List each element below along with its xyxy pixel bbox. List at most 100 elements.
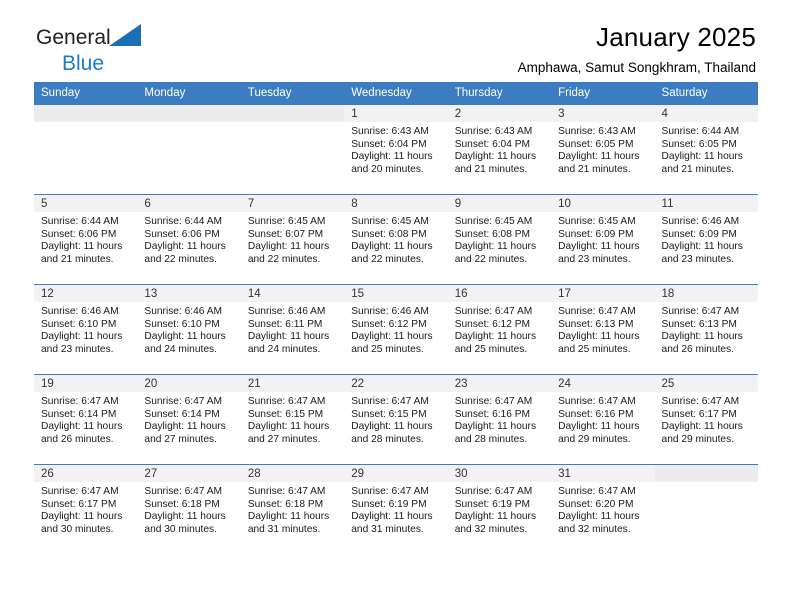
day-detail-daylight2: and 31 minutes. — [351, 523, 424, 535]
weekday-header-sunday: Sunday — [34, 82, 138, 105]
calendar-day-cell[interactable]: 31 Sunrise: 6:47 AM Sunset: 6:20 PM Dayligh… — [551, 464, 655, 555]
day-number: 25 — [654, 375, 758, 392]
day-detail-daylight1: Daylight: 11 hours — [247, 331, 330, 343]
day-detail-sunset: Sunset: 6:10 PM — [144, 318, 220, 330]
calendar-day-cell[interactable]: 21 Sunrise: 6:47 AM Sunset: 6:15 PM Dayligh… — [240, 374, 345, 465]
calendar-day-cell[interactable]: 16 Sunrise: 6:47 AM Sunset: 6:12 PM Dayligh… — [447, 284, 552, 375]
day-detail-daylight2: and 22 minutes. — [454, 253, 528, 265]
day-detail-daylight1: Daylight: 11 hours — [661, 421, 743, 433]
calendar-day-cell[interactable]: 4 Sunrise: 6:44 AM Sunset: 6:05 PM Daylight… — [654, 104, 758, 195]
calendar-day-cell[interactable]: 10 Sunrise: 6:45 AM Sunset: 6:09 PM Dayligh… — [551, 194, 655, 285]
day-details — [655, 482, 758, 492]
calendar-day-cell[interactable]: 19 Sunrise: 6:47 AM Sunset: 6:14 PM Dayligh… — [34, 374, 138, 465]
day-detail-sunrise: Sunrise: 6:47 AM — [351, 486, 429, 497]
day-details — [241, 122, 344, 132]
day-detail-sunset: Sunset: 6:13 PM — [661, 318, 737, 330]
calendar-day-cell[interactable]: 11 Sunrise: 6:46 AM Sunset: 6:09 PM Dayligh… — [654, 194, 758, 285]
calendar-day-cell[interactable]: 25 Sunrise: 6:47 AM Sunset: 6:17 PM Dayligh… — [654, 374, 758, 465]
calendar-day-cell[interactable]: 14 Sunrise: 6:46 AM Sunset: 6:11 PM Dayligh… — [240, 284, 345, 375]
calendar-day-cell[interactable]: 22 Sunrise: 6:47 AM Sunset: 6:15 PM Dayligh… — [344, 374, 448, 465]
calendar-day-cell[interactable]: 13 Sunrise: 6:46 AM Sunset: 6:10 PM Dayligh… — [137, 284, 241, 375]
day-number — [240, 105, 345, 122]
calendar-day-cell[interactable]: 18 Sunrise: 6:47 AM Sunset: 6:13 PM Dayligh… — [654, 284, 758, 375]
day-detail-sunset: Sunset: 6:14 PM — [41, 408, 117, 420]
calendar-day-cell[interactable]: 5 Sunrise: 6:44 AM Sunset: 6:06 PM Daylight… — [34, 194, 138, 285]
day-detail-sunset: Sunset: 6:05 PM — [558, 138, 634, 150]
day-details: Sunrise: 6:43 AM Sunset: 6:04 PM Daylight:… — [344, 122, 447, 176]
day-details: Sunrise: 6:46 AM Sunset: 6:11 PM Daylight:… — [241, 302, 344, 356]
calendar-day-cell[interactable]: 7 Sunrise: 6:45 AM Sunset: 6:07 PM Daylight… — [240, 194, 345, 285]
day-detail-sunrise: Sunrise: 6:46 AM — [41, 306, 119, 317]
day-details: Sunrise: 6:46 AM Sunset: 6:12 PM Daylight:… — [344, 302, 447, 356]
day-detail-sunset: Sunset: 6:17 PM — [41, 498, 117, 510]
day-number: 11 — [654, 195, 758, 212]
weekday-header-tuesday: Tuesday — [240, 82, 345, 105]
calendar-week-row: 12 Sunrise: 6:46 AM Sunset: 6:10 PM Dayligh… — [34, 284, 758, 375]
day-detail-daylight2: and 27 minutes. — [144, 433, 217, 445]
day-detail-sunrise: Sunrise: 6:43 AM — [454, 126, 533, 137]
calendar-day-cell[interactable]: 30 Sunrise: 6:47 AM Sunset: 6:19 PM Dayligh… — [447, 464, 552, 555]
calendar-day-cell[interactable]: 8 Sunrise: 6:45 AM Sunset: 6:08 PM Daylight… — [344, 194, 448, 285]
calendar-day-cell[interactable]: 6 Sunrise: 6:44 AM Sunset: 6:06 PM Daylight… — [137, 194, 241, 285]
day-detail-daylight1: Daylight: 11 hours — [351, 241, 433, 253]
day-detail-daylight1: Daylight: 11 hours — [351, 331, 433, 343]
day-details: Sunrise: 6:47 AM Sunset: 6:13 PM Daylight:… — [551, 302, 654, 356]
day-detail-sunset: Sunset: 6:15 PM — [247, 408, 324, 420]
calendar-day-cell[interactable]: 17 Sunrise: 6:47 AM Sunset: 6:13 PM Dayligh… — [551, 284, 655, 375]
calendar-day-cell[interactable]: 15 Sunrise: 6:46 AM Sunset: 6:12 PM Dayligh… — [344, 284, 448, 375]
calendar-day-cell[interactable]: 2 Sunrise: 6:43 AM Sunset: 6:04 PM Daylight… — [447, 104, 552, 195]
day-detail-daylight2: and 25 minutes. — [454, 343, 528, 355]
calendar-day-cell[interactable]: 12 Sunrise: 6:46 AM Sunset: 6:10 PM Dayligh… — [34, 284, 138, 375]
day-detail-sunrise: Sunrise: 6:45 AM — [558, 216, 636, 227]
day-detail-daylight1: Daylight: 11 hours — [558, 331, 640, 343]
day-detail-daylight2: and 22 minutes. — [247, 253, 321, 265]
day-details: Sunrise: 6:46 AM Sunset: 6:10 PM Daylight:… — [34, 302, 137, 356]
day-details: Sunrise: 6:47 AM Sunset: 6:15 PM Daylight:… — [241, 392, 344, 446]
day-detail-sunrise: Sunrise: 6:47 AM — [41, 396, 119, 407]
calendar-day-cell[interactable]: 20 Sunrise: 6:47 AM Sunset: 6:14 PM Dayligh… — [137, 374, 241, 465]
day-number: 27 — [137, 465, 241, 482]
day-detail-daylight2: and 22 minutes. — [144, 253, 217, 265]
calendar-day-cell-empty — [240, 104, 345, 195]
day-detail-sunrise: Sunrise: 6:43 AM — [558, 126, 636, 137]
day-detail-sunrise: Sunrise: 6:44 AM — [661, 126, 740, 137]
day-detail-sunset: Sunset: 6:09 PM — [661, 228, 737, 240]
day-number: 21 — [240, 375, 345, 392]
day-detail-sunrise: Sunrise: 6:47 AM — [247, 396, 326, 407]
calendar-day-cell[interactable]: 28 Sunrise: 6:47 AM Sunset: 6:18 PM Dayligh… — [240, 464, 345, 555]
day-detail-daylight2: and 29 minutes. — [558, 433, 631, 445]
weekday-header-wednesday: Wednesday — [344, 82, 448, 105]
calendar-day-cell[interactable]: 24 Sunrise: 6:47 AM Sunset: 6:16 PM Dayligh… — [551, 374, 655, 465]
day-number: 24 — [551, 375, 655, 392]
calendar-day-cell[interactable]: 27 Sunrise: 6:47 AM Sunset: 6:18 PM Dayligh… — [137, 464, 241, 555]
day-detail-daylight1: Daylight: 11 hours — [41, 421, 123, 433]
calendar-day-cell[interactable]: 3 Sunrise: 6:43 AM Sunset: 6:05 PM Daylight… — [551, 104, 655, 195]
logo-text-blue: Blue — [62, 52, 105, 75]
day-detail-daylight2: and 30 minutes. — [144, 523, 217, 535]
calendar-day-cell[interactable]: 1 Sunrise: 6:43 AM Sunset: 6:04 PM Daylight… — [344, 104, 448, 195]
day-details: Sunrise: 6:46 AM Sunset: 6:10 PM Daylight:… — [137, 302, 240, 356]
day-details: Sunrise: 6:47 AM Sunset: 6:14 PM Daylight:… — [137, 392, 240, 446]
calendar-day-cell-empty — [34, 104, 138, 195]
day-detail-daylight2: and 28 minutes. — [454, 433, 528, 445]
calendar-day-cell[interactable]: 26 Sunrise: 6:47 AM Sunset: 6:17 PM Dayligh… — [34, 464, 138, 555]
day-detail-sunrise: Sunrise: 6:45 AM — [247, 216, 326, 227]
day-detail-daylight2: and 25 minutes. — [351, 343, 424, 355]
calendar-day-cell[interactable]: 9 Sunrise: 6:45 AM Sunset: 6:08 PM Daylight… — [447, 194, 552, 285]
day-number — [654, 465, 758, 482]
day-number: 10 — [551, 195, 655, 212]
day-number: 20 — [137, 375, 241, 392]
calendar-page: General Blue January 2025 Amphawa, Samut… — [0, 0, 792, 612]
day-number: 8 — [344, 195, 448, 212]
day-detail-daylight2: and 28 minutes. — [351, 433, 424, 445]
calendar-day-cell[interactable]: 23 Sunrise: 6:47 AM Sunset: 6:16 PM Dayligh… — [447, 374, 552, 465]
weekday-header-row: Sunday Monday Tuesday Wednesday Thursday… — [34, 82, 758, 105]
day-detail-daylight2: and 21 minutes. — [41, 253, 114, 265]
day-detail-sunset: Sunset: 6:13 PM — [558, 318, 634, 330]
day-detail-daylight2: and 23 minutes. — [661, 253, 735, 265]
day-number: 2 — [447, 105, 552, 122]
day-detail-sunrise: Sunrise: 6:47 AM — [454, 396, 533, 407]
generalblue-logo[interactable]: General Blue — [36, 24, 236, 76]
calendar-day-cell[interactable]: 29 Sunrise: 6:47 AM Sunset: 6:19 PM Dayligh… — [344, 464, 448, 555]
day-detail-daylight1: Daylight: 11 hours — [41, 331, 123, 343]
